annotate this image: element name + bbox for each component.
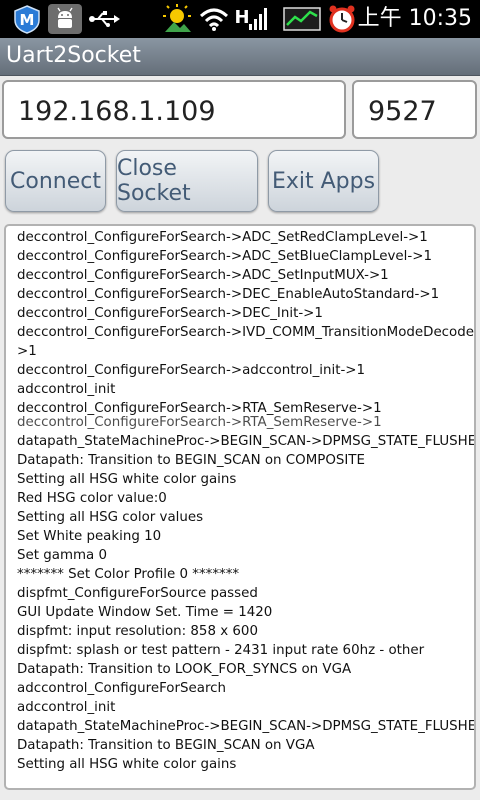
log-line: deccontrol_ConfigureForSearch->adccontro… <box>17 363 366 378</box>
alarm-icon <box>326 4 358 34</box>
exit-apps-button[interactable]: Exit Apps <box>268 150 379 212</box>
log-line: dispfmt_ConfigureForSource passed <box>17 586 258 601</box>
signal-icon <box>248 4 268 34</box>
port-value: 9527 <box>368 96 437 127</box>
usb-icon <box>86 4 122 34</box>
svg-text:M: M <box>20 11 35 29</box>
log-line: Datapath: Transition to BEGIN_SCAN on CO… <box>17 453 365 468</box>
app-title: Uart2Socket <box>6 43 141 68</box>
log-line: >1 <box>17 344 37 359</box>
log-line: Set White peaking 10 <box>17 529 162 544</box>
log-line: adccontrol_init <box>17 700 116 715</box>
log-line: deccontrol_ConfigureForSearch->ADC_SetRe… <box>17 230 428 245</box>
log-line: Setting all HSG white color gains <box>17 472 237 487</box>
log-line: datapath_StateMachineProc->BEGIN_SCAN->D… <box>17 719 476 734</box>
log-line: GUI Update Window Set. Time = 1420 <box>17 605 273 620</box>
log-line: Datapath: Transition to BEGIN_SCAN on VG… <box>17 738 315 753</box>
log-line: deccontrol_ConfigureForSearch->ADC_SetBl… <box>17 249 432 264</box>
log-line: datapath_StateMachineProc->BEGIN_SCAN->D… <box>17 434 476 449</box>
log-line: deccontrol_ConfigureForSearch->DEC_Init-… <box>17 306 323 321</box>
log-line: Setting all HSG white color gains <box>17 757 237 772</box>
weather-icon <box>160 4 194 34</box>
ip-address-value: 192.168.1.109 <box>18 96 216 127</box>
app-m-icon: M <box>10 4 44 34</box>
log-line: Set gamma 0 <box>17 548 108 563</box>
log-line: deccontrol_ConfigureForSearch->IVD_COMM_… <box>17 325 476 340</box>
android-icon <box>48 4 82 34</box>
ip-address-input[interactable]: 192.168.1.109 <box>2 80 346 139</box>
log-line: dispfmt: input resolution: 858 x 600 <box>17 624 258 639</box>
log-line: dispfmt: splash or test pattern - 2431 i… <box>17 643 425 658</box>
close-socket-button[interactable]: Close Socket <box>116 150 258 212</box>
connect-button[interactable]: Connect <box>5 150 106 212</box>
app-title-bar: Uart2Socket <box>0 38 480 76</box>
log-line: deccontrol_ConfigureForSearch->RTA_SemRe… <box>17 415 382 430</box>
log-line: Red HSG color value:0 <box>17 491 167 506</box>
status-bar: M H 上午 10:35 <box>0 0 480 38</box>
wifi-icon <box>198 4 230 34</box>
log-line: adccontrol_init <box>17 382 116 397</box>
chart-icon <box>282 4 322 34</box>
log-line: adccontrol_ConfigureForSearch <box>17 681 227 696</box>
port-input[interactable]: 9527 <box>352 80 477 139</box>
log-output-area[interactable]: deccontrol_ConfigureForSearch->ADC_SetRe… <box>4 224 476 790</box>
log-line: deccontrol_ConfigureForSearch->DEC_Enabl… <box>17 287 440 302</box>
log-line: ******* Set Color Profile 0 ******* <box>17 567 240 582</box>
log-line: Datapath: Transition to LOOK_FOR_SYNCS o… <box>17 662 352 677</box>
clock-time: 上午 10:35 <box>357 6 472 31</box>
log-line: deccontrol_ConfigureForSearch->ADC_SetIn… <box>17 268 389 283</box>
log-line: Setting all HSG color values <box>17 510 204 525</box>
